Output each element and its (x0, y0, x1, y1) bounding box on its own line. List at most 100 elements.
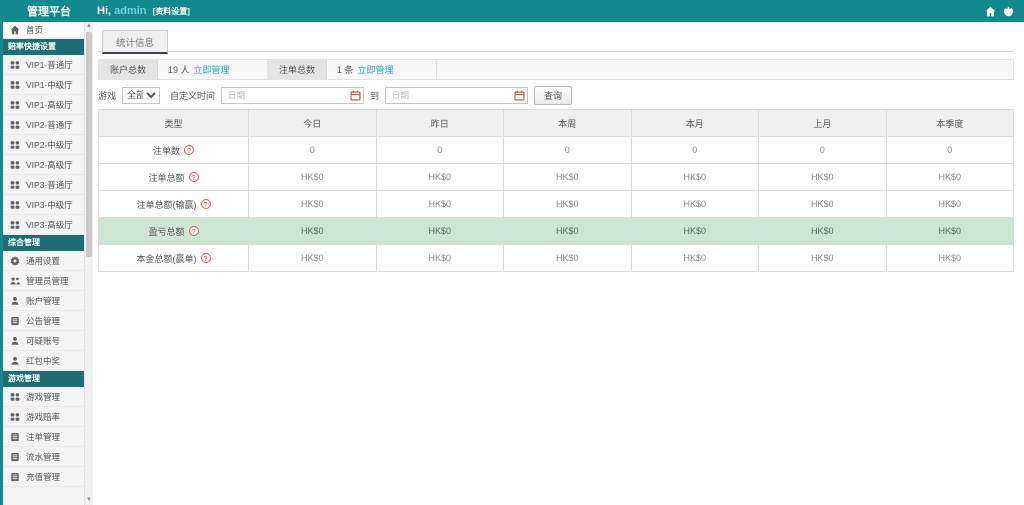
sidebar-section-title: 游戏管理 (3, 371, 84, 387)
hall-grid-icon (10, 80, 20, 90)
sidebar-item[interactable]: 通用设置 (3, 251, 84, 271)
help-icon[interactable]: ? (188, 226, 199, 236)
sidebar-item[interactable]: VIP2-中级厅 (3, 135, 84, 155)
sidebar-item-label: 账户管理 (26, 295, 61, 306)
home-icon (10, 25, 20, 35)
sidebar-item-label: 游戏赔率 (26, 411, 61, 422)
filter-bar: 游戏 全部 自定义时间 到 查询 (98, 85, 1014, 105)
sidebar-item[interactable]: 管理员管理 (3, 271, 84, 291)
stat-label: 账户总数 (99, 60, 159, 79)
document-icon (10, 316, 20, 326)
table-cell: 0 (375, 136, 504, 164)
scrollbar-thumb[interactable] (86, 32, 92, 257)
row-label-cell: 注单总额? (98, 163, 249, 191)
sidebar-scrollbar[interactable]: ▲ ▼ (84, 22, 93, 505)
table-cell: HK$0 (885, 190, 1014, 218)
calendar-icon[interactable] (514, 90, 525, 101)
date-from-input[interactable] (221, 86, 365, 104)
table-header-row: 类型 今日 昨日 本周 本月 上月 本季度 (98, 109, 1014, 137)
hall-grid-icon (10, 220, 20, 230)
table-cell: HK$0 (885, 244, 1014, 272)
game-select[interactable]: 全部 (122, 86, 161, 104)
help-icon[interactable]: ? (184, 145, 194, 155)
sidebar-item-label: 公告管理 (26, 315, 61, 326)
date-from-wrap (221, 86, 365, 104)
sidebar-item[interactable]: 流水管理 (3, 447, 84, 467)
scroll-up-arrow[interactable]: ▲ (85, 22, 93, 31)
search-button[interactable]: 查询 (534, 85, 573, 105)
hall-grid-icon (10, 120, 20, 130)
sidebar-item-label: VIP3-高级厅 (26, 219, 73, 230)
row-label: 注单总额(输赢) (136, 199, 197, 210)
stat-value: 19 人 (168, 65, 190, 75)
sidebar-item[interactable]: 注单管理 (3, 427, 84, 447)
help-icon[interactable]: ? (200, 253, 211, 263)
sidebar-item[interactable]: VIP3-中级厅 (3, 195, 84, 215)
sidebar-item[interactable]: 账户管理 (3, 291, 84, 311)
hall-grid-icon (10, 100, 20, 110)
help-icon[interactable]: ? (200, 199, 211, 209)
calendar-icon[interactable] (350, 90, 361, 101)
table-cell: HK$0 (375, 190, 504, 218)
sidebar-item-label: 红包中奖 (26, 355, 61, 366)
sidebar-item[interactable]: 红包中奖 (3, 351, 84, 371)
table-cell: HK$0 (758, 163, 887, 191)
table-cell: HK$0 (630, 163, 759, 191)
sidebar-item[interactable]: VIP1-高级厅 (3, 95, 84, 115)
table-header-cell: 本月 (630, 109, 759, 137)
sidebar-item[interactable]: VIP2-高级厅 (3, 155, 84, 175)
sidebar-item[interactable]: 游戏管理 (3, 387, 84, 407)
manage-now-link[interactable]: 立即管理 (358, 63, 394, 76)
table-row: 注单数? 0 0 0 0 0 0 (98, 136, 1014, 164)
sidebar-item[interactable]: 游戏赔率 (3, 407, 84, 427)
sidebar-item-label: 通用设置 (26, 255, 61, 266)
sidebar-item-label: VIP2-高级厅 (26, 159, 73, 170)
table-cell: 0 (630, 136, 759, 164)
document-icon (10, 432, 20, 442)
sidebar-item[interactable]: VIP3-高级厅 (3, 215, 84, 235)
row-label: 注单总额 (148, 172, 185, 183)
table-cell: HK$0 (375, 244, 504, 272)
sidebar-item[interactable]: 充值管理 (3, 467, 84, 487)
sidebar-item-home[interactable]: 首页 (3, 22, 84, 39)
table-cell: HK$0 (885, 163, 1014, 191)
sidebar-item[interactable]: VIP1-中级厅 (3, 75, 84, 95)
table-cell: HK$0 (758, 217, 887, 245)
table-header-cell: 本季度 (885, 109, 1014, 137)
sidebar-item[interactable]: VIP1-普通厅 (3, 55, 84, 75)
power-icon[interactable] (1003, 6, 1014, 17)
table-cell: 0 (248, 136, 377, 164)
profile-settings-link[interactable]: [资料设置] (153, 7, 190, 16)
sidebar-item[interactable]: 公告管理 (3, 311, 84, 331)
main-content: 统计信息 账户总数 19 人立即管理 注单总数 1 条立即管理 游戏 全部 自定义时间… (93, 22, 1024, 505)
help-icon[interactable]: ? (188, 172, 199, 182)
manage-now-link[interactable]: 立即管理 (194, 63, 230, 76)
row-label-cell: 注单总额(输赢)? (98, 190, 249, 218)
table-cell: HK$0 (248, 217, 377, 245)
sidebar-item-label: 管理员管理 (26, 275, 69, 286)
app-title: 管理平台 (27, 6, 71, 18)
gear-icon (10, 255, 20, 266)
table-row: 注单总额(输赢)? HK$0 HK$0 HK$0 HK$0 HK$0 HK$0 (98, 190, 1014, 218)
sidebar-item-label: 充值管理 (26, 471, 61, 482)
table-cell: HK$0 (630, 190, 759, 218)
table-header-cell: 类型 (98, 109, 249, 137)
date-to-input[interactable] (385, 86, 529, 104)
table-cell: HK$0 (375, 217, 504, 245)
tab-statistics[interactable]: 统计信息 (102, 30, 169, 54)
tab-bar: 统计信息 (98, 22, 1014, 54)
sidebar-item[interactable]: 可疑账号 (3, 331, 84, 351)
sidebar-item-label: VIP1-中级厅 (26, 79, 73, 90)
sidebar-item-label: 游戏管理 (26, 391, 61, 402)
sidebar-item-label: VIP1-普通厅 (26, 59, 73, 70)
greeting: Hi, admin [资料设置] (93, 5, 190, 17)
table-cell: 0 (758, 136, 887, 164)
table-cell: HK$0 (758, 190, 887, 218)
hall-grid-icon (10, 392, 20, 402)
hall-grid-icon (10, 140, 20, 150)
sidebar: 首页 赔率快捷设置 VIP1-普通厅 VIP1-中级厅 VIP1-高级厅 VIP2-普通… (0, 22, 93, 505)
home-icon[interactable] (985, 6, 996, 17)
sidebar-item[interactable]: VIP2-普通厅 (3, 115, 84, 135)
sidebar-item[interactable]: VIP3-普通厅 (3, 175, 84, 195)
scroll-down-arrow[interactable]: ▼ (85, 496, 93, 505)
